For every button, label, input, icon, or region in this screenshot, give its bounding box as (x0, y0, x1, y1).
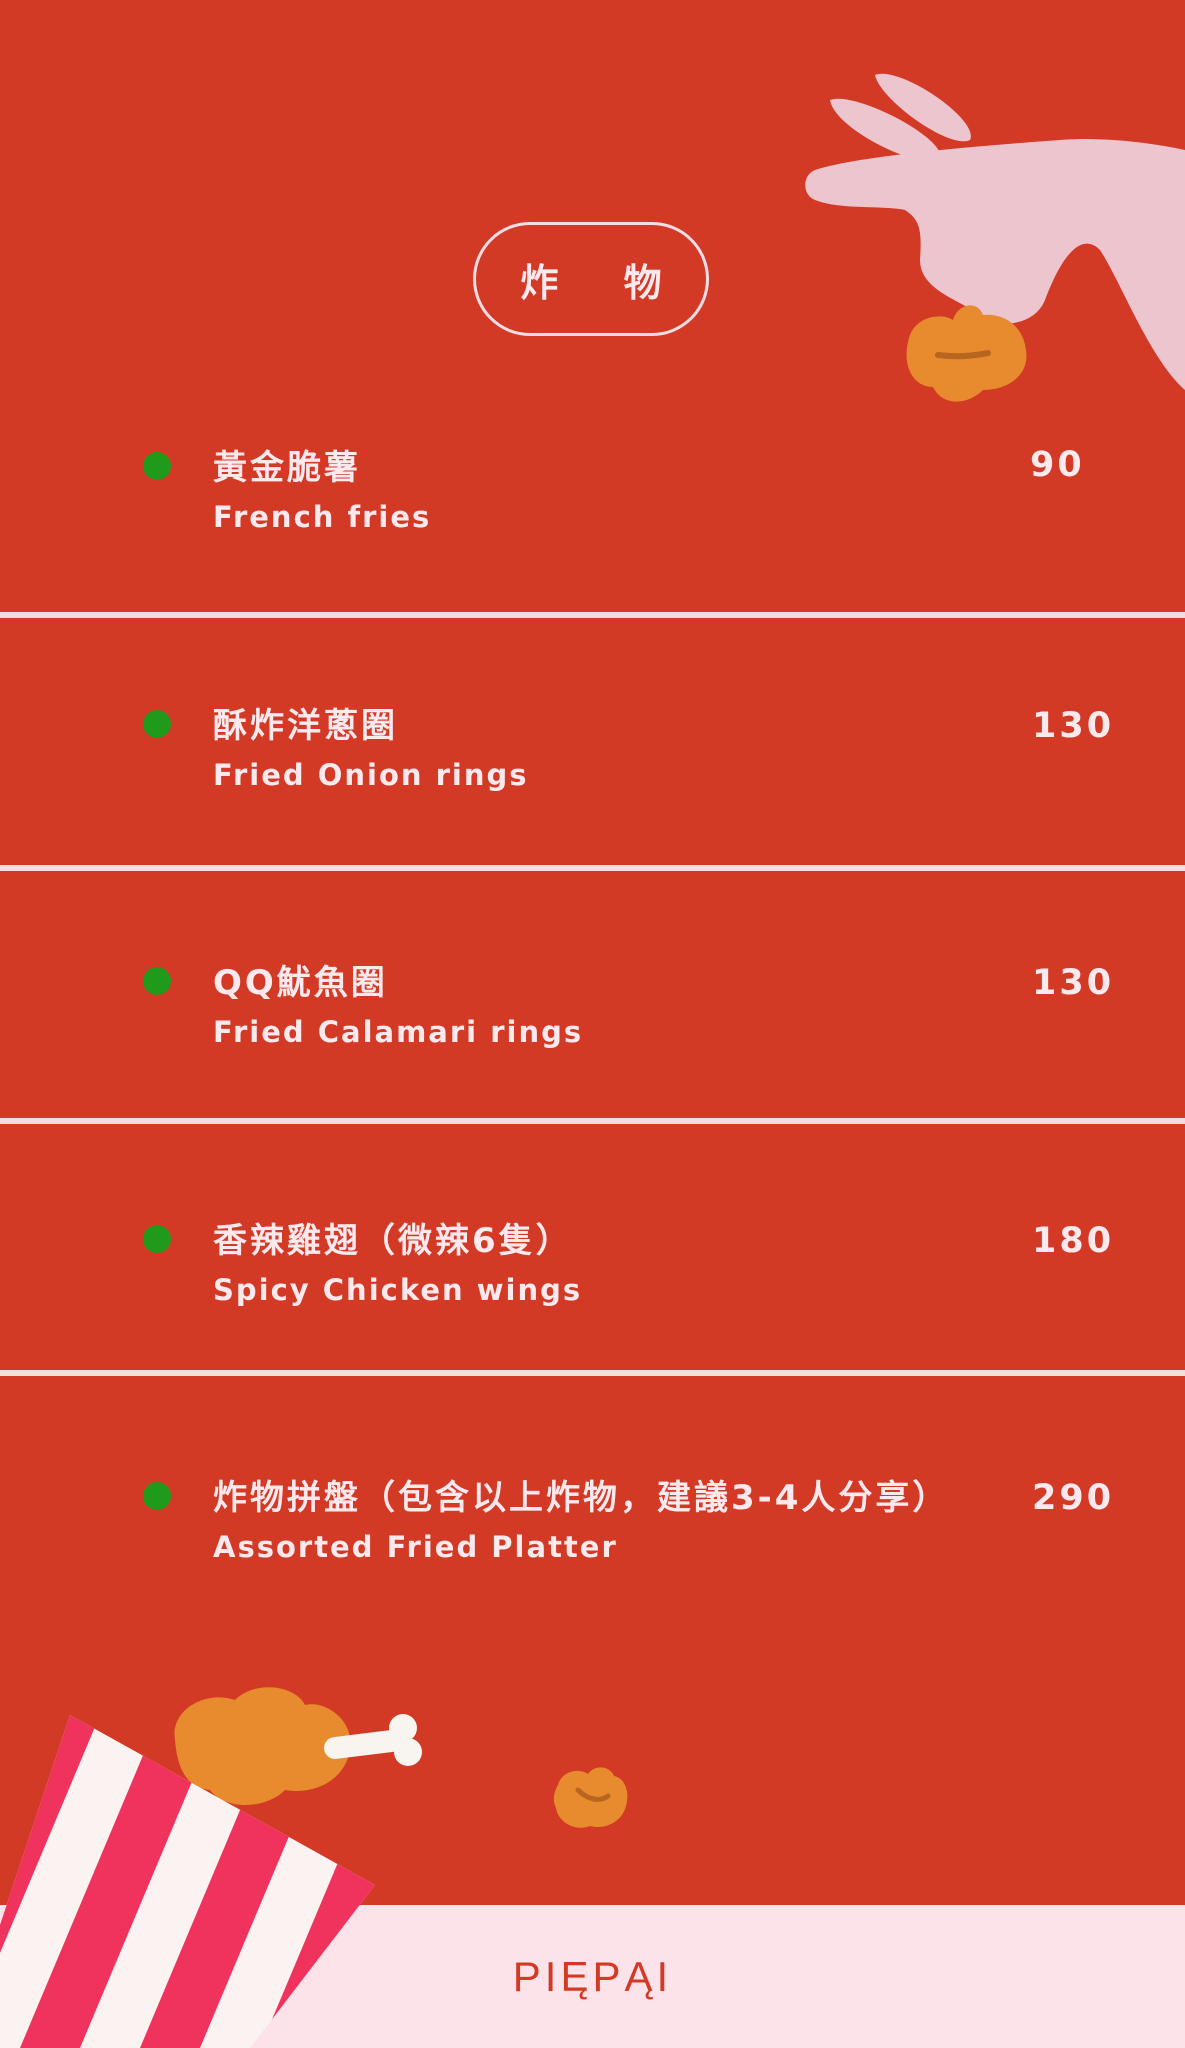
divider (0, 1370, 1185, 1376)
item-name-en: Fried Calamari rings (213, 1015, 584, 1049)
item-name-zh: 黃金脆薯 (213, 448, 361, 488)
item-name-en: Fried Onion rings (213, 758, 529, 792)
item-price: 290 (1032, 1478, 1115, 1518)
item-price: 90 (1030, 445, 1085, 485)
divider (0, 612, 1185, 618)
item-price: 130 (1032, 963, 1115, 1003)
green-dot-icon (143, 1482, 171, 1510)
item-name-zh: 香辣雞翅（微辣6隻） (213, 1221, 573, 1261)
green-dot-icon (143, 710, 171, 738)
item-name-en: French fries (213, 500, 432, 534)
green-dot-icon (143, 1225, 171, 1253)
item-name-zh: QQ魷魚圈 (213, 963, 388, 1003)
item-name-zh: 酥炸洋蔥圈 (213, 706, 398, 746)
nugget-icon (906, 305, 1027, 402)
section-title-pill: 炸 物 (473, 222, 709, 336)
item-name-en: Spicy Chicken wings (213, 1273, 583, 1307)
item-name-zh: 炸物拼盤（包含以上炸物，建議3-4人分享） (213, 1478, 950, 1518)
divider (0, 1118, 1185, 1124)
popcorn-bucket-icon (0, 1715, 375, 2048)
green-dot-icon (143, 967, 171, 995)
menu-page: 炸 物 黃金脆薯 French fries 90 酥炸洋蔥圈 Fried Oni… (0, 0, 1185, 2048)
divider (0, 865, 1185, 871)
nugget-icon (553, 1767, 628, 1828)
green-dot-icon (143, 452, 171, 480)
item-price: 130 (1032, 706, 1115, 746)
section-title: 炸 物 (520, 260, 688, 305)
item-name-en: Assorted Fried Platter (213, 1530, 618, 1564)
item-price: 180 (1032, 1221, 1115, 1261)
